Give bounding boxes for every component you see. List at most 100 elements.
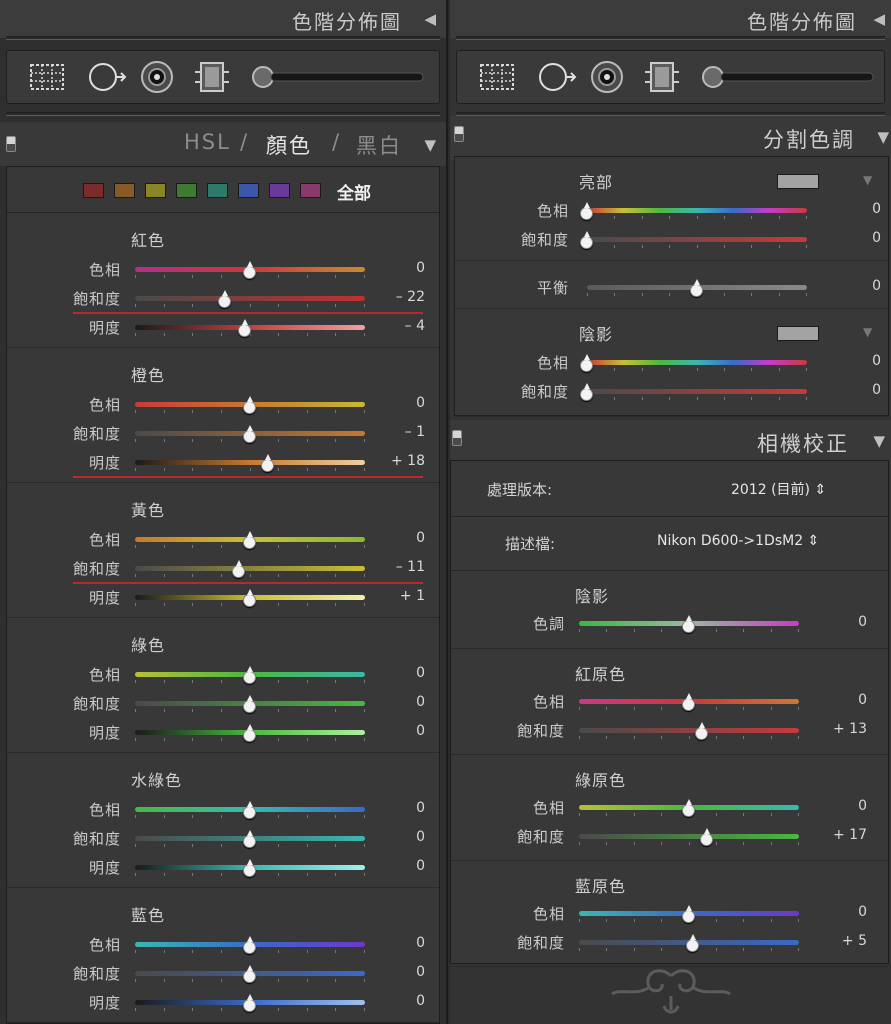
slider-thumb[interactable] — [580, 383, 593, 401]
slider-thumb[interactable] — [243, 830, 256, 848]
profile-select[interactable]: Nikon D600->1DsM2 ⇕ — [657, 533, 819, 549]
crop-overlay-icon[interactable] — [475, 60, 519, 98]
red-eye-icon[interactable] — [139, 60, 179, 98]
split-shadows-picker-icon[interactable]: ▼ — [863, 325, 872, 339]
all-colors-button[interactable]: 全部 — [337, 179, 371, 204]
slider-value[interactable]: 0 — [375, 935, 425, 951]
slider-value[interactable]: 0 — [375, 858, 425, 874]
slider-thumb[interactable] — [243, 724, 256, 742]
slider-value[interactable]: 0 — [375, 800, 425, 816]
collapse-left-icon[interactable]: ◀ — [424, 10, 436, 28]
slider-value[interactable]: – 4 — [375, 318, 425, 334]
slider-value[interactable]: 0 — [375, 260, 425, 276]
slider-track[interactable] — [587, 208, 807, 213]
tab-hsl[interactable]: HSL — [184, 130, 231, 154]
slider-value[interactable]: + 5 — [817, 933, 867, 949]
slider-thumb[interactable] — [682, 905, 695, 923]
slider-value[interactable]: 0 — [817, 692, 867, 708]
crop-overlay-icon[interactable] — [25, 60, 69, 98]
slider-thumb[interactable] — [231, 560, 245, 578]
color-swatch[interactable] — [176, 183, 197, 198]
histogram-header[interactable]: 色階分佈圖 ◀ — [0, 0, 446, 38]
process-version-select[interactable]: 2012 (目前) ⇕ — [731, 479, 826, 499]
slider-thumb[interactable] — [682, 799, 695, 817]
graduated-filter-icon[interactable] — [193, 60, 233, 98]
slider-value[interactable]: 0 — [817, 798, 867, 814]
color-swatch[interactable] — [238, 183, 259, 198]
spot-removal-icon[interactable] — [85, 60, 129, 98]
slider-thumb[interactable] — [243, 994, 256, 1012]
slider-value[interactable]: 0 — [375, 694, 425, 710]
red-eye-icon[interactable] — [589, 60, 629, 98]
slider-value[interactable]: 0 — [375, 665, 425, 681]
slider-track[interactable] — [135, 460, 365, 465]
collapse-right-icon[interactable]: ◀ — [873, 10, 885, 28]
slider-value[interactable]: 0 — [831, 353, 881, 369]
slider-value[interactable]: – 22 — [375, 289, 425, 305]
slider-thumb[interactable] — [682, 615, 695, 633]
slider-thumb[interactable] — [243, 801, 256, 819]
slider-value[interactable]: 0 — [375, 395, 425, 411]
graduated-filter-icon[interactable] — [643, 60, 683, 98]
slider-thumb[interactable] — [243, 965, 256, 983]
slider-value[interactable]: + 18 — [375, 453, 425, 469]
slider-value[interactable]: 0 — [375, 723, 425, 739]
collapse-hsl-icon[interactable]: ▼ — [424, 136, 436, 154]
slider-track[interactable] — [587, 360, 807, 365]
slider-value[interactable]: + 17 — [817, 827, 867, 843]
slider-value[interactable]: + 1 — [375, 588, 425, 604]
slider-value[interactable]: 0 — [831, 230, 881, 246]
color-swatch[interactable] — [145, 183, 166, 198]
slider-thumb[interactable] — [243, 695, 256, 713]
slider-thumb[interactable] — [243, 936, 256, 954]
adjustment-brush-icon[interactable] — [701, 63, 877, 95]
split-toning-toggle[interactable] — [454, 126, 464, 142]
tab-color[interactable]: 顏色 — [266, 130, 312, 160]
color-swatch[interactable] — [269, 183, 290, 198]
process-version-row[interactable]: 處理版本: 2012 (目前) ⇕ — [451, 461, 888, 517]
slider-value[interactable]: 0 — [817, 614, 867, 630]
slider-thumb[interactable] — [243, 531, 256, 549]
color-swatch[interactable] — [300, 183, 321, 198]
color-swatch[interactable] — [83, 183, 104, 198]
hsl-panel-header[interactable]: HSL / 顏色 / 黑白 ▼ — [0, 122, 446, 166]
split-shadows-color-chip[interactable] — [777, 326, 819, 341]
slider-thumb[interactable] — [580, 202, 593, 220]
adjustment-brush-icon[interactable] — [251, 63, 427, 95]
collapse-split-toning-icon[interactable]: ▼ — [877, 128, 889, 146]
slider-value[interactable]: – 1 — [375, 424, 425, 440]
slider-value[interactable]: + 13 — [817, 721, 867, 737]
slider-thumb[interactable] — [580, 354, 593, 372]
slider-thumb[interactable] — [243, 425, 256, 443]
slider-track[interactable] — [135, 566, 365, 571]
collapse-camera-calibration-icon[interactable]: ▼ — [873, 432, 885, 450]
split-toning-header[interactable]: 分割色調 ▼ — [450, 116, 891, 160]
slider-value[interactable]: 0 — [831, 278, 881, 294]
slider-thumb[interactable] — [217, 290, 231, 308]
slider-thumb[interactable] — [243, 589, 256, 607]
profile-row[interactable]: 描述檔: Nikon D600->1DsM2 ⇕ — [451, 517, 888, 571]
slider-thumb[interactable] — [580, 231, 593, 249]
slider-thumb[interactable] — [243, 666, 256, 684]
slider-thumb[interactable] — [243, 859, 256, 877]
color-swatch[interactable] — [207, 183, 228, 198]
slider-thumb[interactable] — [690, 279, 703, 297]
hsl-panel-toggle[interactable] — [6, 136, 16, 152]
slider-value[interactable]: 0 — [375, 530, 425, 546]
spot-removal-icon[interactable] — [535, 60, 579, 98]
slider-track[interactable] — [579, 728, 799, 733]
tab-bw[interactable]: 黑白 — [356, 130, 402, 160]
slider-track[interactable] — [579, 834, 799, 839]
slider-track[interactable] — [135, 296, 365, 301]
slider-thumb[interactable] — [699, 828, 713, 846]
split-highlights-picker-icon[interactable]: ▼ — [863, 173, 872, 187]
slider-track[interactable] — [587, 237, 807, 242]
camera-calibration-toggle[interactable] — [452, 430, 462, 446]
camera-calibration-header[interactable]: 相機校正 ▼ — [450, 420, 891, 464]
slider-value[interactable]: 0 — [375, 993, 425, 1009]
slider-value[interactable]: 0 — [831, 382, 881, 398]
slider-value[interactable]: 0 — [375, 964, 425, 980]
slider-value[interactable]: 0 — [375, 829, 425, 845]
slider-thumb[interactable] — [682, 693, 695, 711]
slider-track[interactable] — [587, 389, 807, 394]
